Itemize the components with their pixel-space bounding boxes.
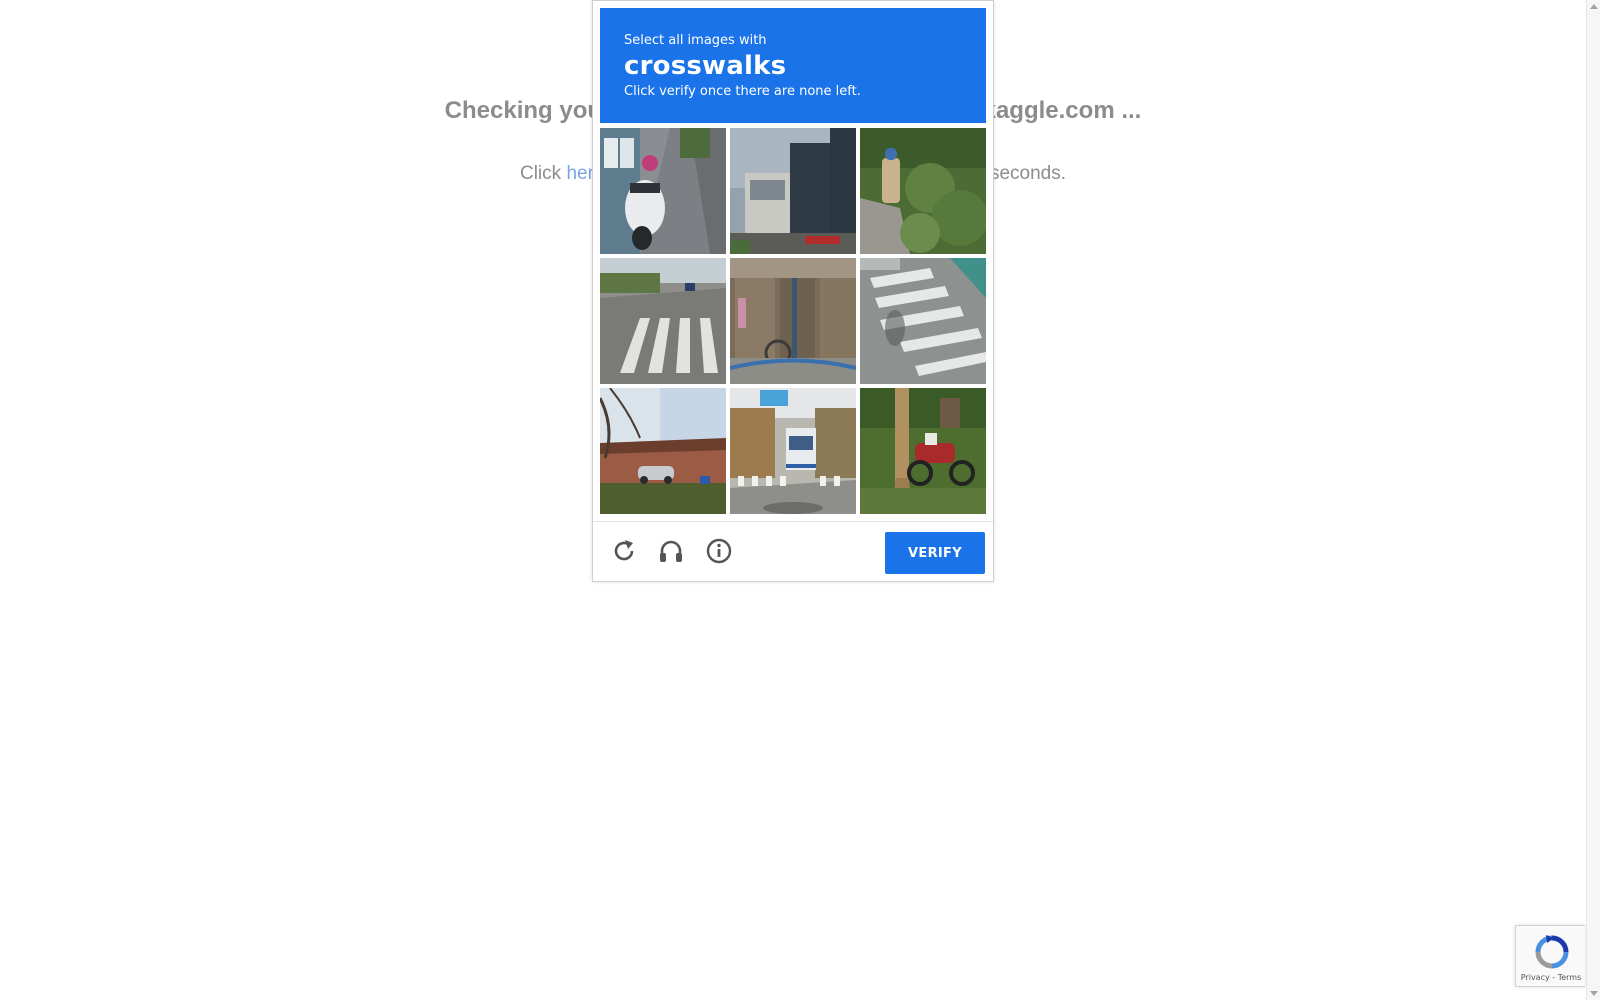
recaptcha-logo-icon xyxy=(1535,935,1569,969)
instruction-keyword: crosswalks xyxy=(624,51,787,81)
redirect-prefix: Click xyxy=(519,163,567,184)
reload-icon[interactable] xyxy=(609,536,639,566)
verify-button[interactable]: VERIFY xyxy=(885,532,985,574)
wooden-wall-image xyxy=(730,258,856,384)
instruction-hint: Click verify once there are none left. xyxy=(624,84,861,99)
house-image xyxy=(600,388,726,514)
image-tile-bus[interactable] xyxy=(730,388,856,514)
scooter-image xyxy=(600,128,726,254)
image-tile-scooter[interactable] xyxy=(600,128,726,254)
image-grid xyxy=(600,128,986,515)
image-tile-motorcycle[interactable] xyxy=(860,388,986,514)
captcha-footer: VERIFY xyxy=(593,521,993,582)
crosswalk-street-image xyxy=(600,258,726,384)
headphones-icon[interactable] xyxy=(656,536,686,566)
scroll-up-arrow[interactable] xyxy=(1590,4,1598,9)
motorcycle-image xyxy=(860,388,986,514)
hydrant-image xyxy=(860,128,986,254)
page: Checking your browser before accessing w… xyxy=(0,0,1600,1000)
crosswalk-closeup-image xyxy=(860,258,986,384)
instruction-line: Select all images with xyxy=(624,33,767,48)
captcha-instructions: Select all images with crosswalks Click … xyxy=(600,8,986,123)
captcha-challenge: Select all images with crosswalks Click … xyxy=(592,0,994,582)
image-tile-hydrant[interactable] xyxy=(860,128,986,254)
bus-image xyxy=(730,388,856,514)
image-tile-house[interactable] xyxy=(600,388,726,514)
buildings-image xyxy=(730,128,856,254)
image-tile-crosswalk-street[interactable] xyxy=(600,258,726,384)
image-tile-wooden-wall[interactable] xyxy=(730,258,856,384)
recaptcha-badge[interactable]: Privacy - Terms xyxy=(1515,925,1585,987)
badge-privacy-terms[interactable]: Privacy - Terms xyxy=(1516,973,1586,982)
image-tile-crosswalk-closeup[interactable] xyxy=(860,258,986,384)
page-scrollbar[interactable] xyxy=(1586,0,1600,1000)
info-icon[interactable] xyxy=(704,536,734,566)
image-tile-buildings[interactable] xyxy=(730,128,856,254)
scroll-down-arrow[interactable] xyxy=(1590,991,1598,996)
